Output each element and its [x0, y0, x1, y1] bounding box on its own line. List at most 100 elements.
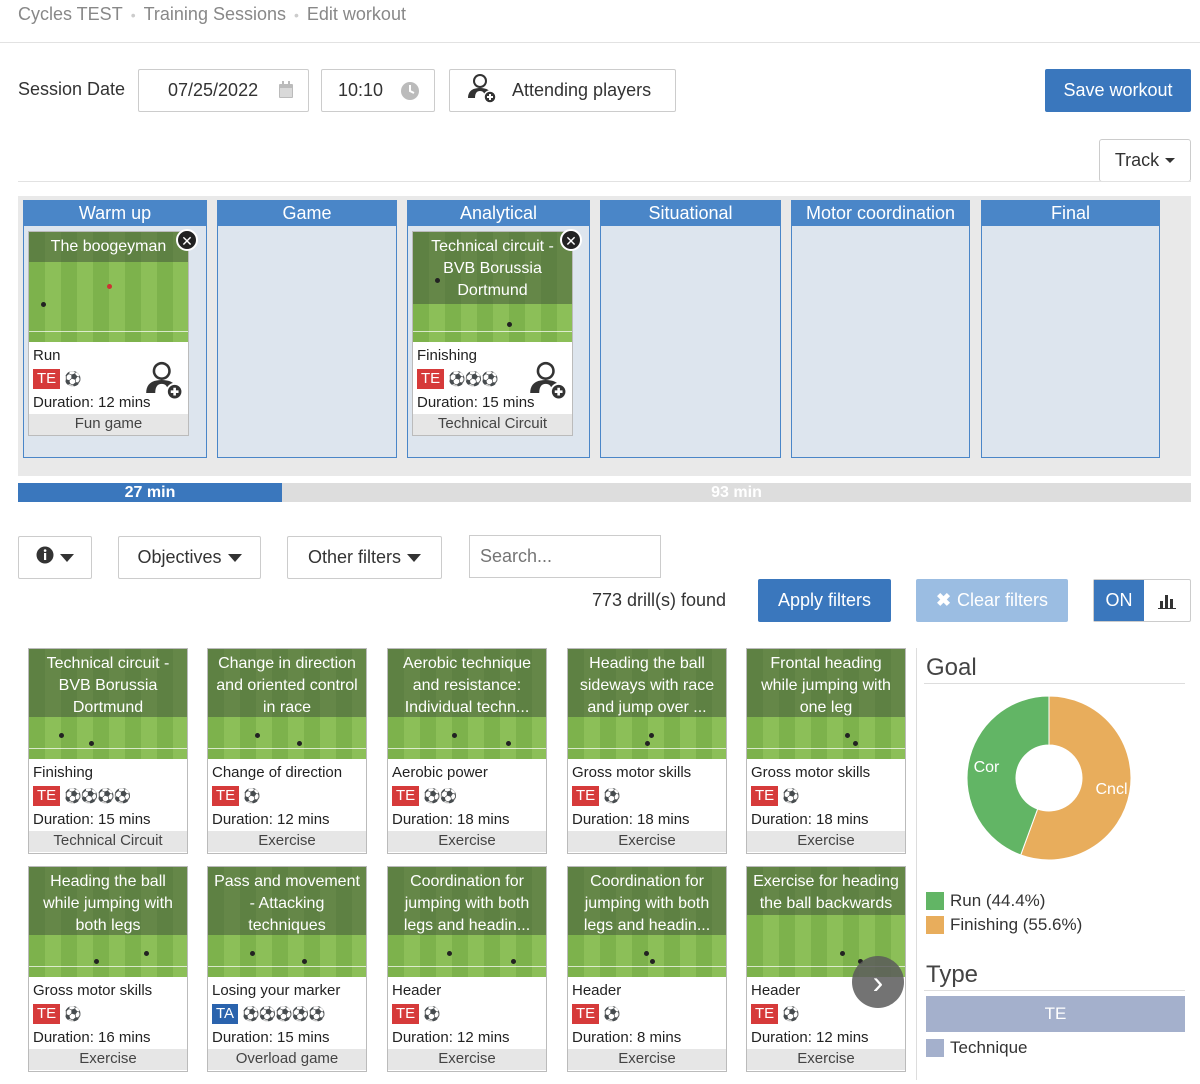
drill-duration: Duration: 12 mins	[212, 810, 330, 828]
drill-title: Change in direction and oriented control…	[208, 649, 366, 717]
ball-rating: ⚽	[64, 1005, 81, 1022]
duration-used: 27 min	[18, 483, 282, 502]
legend-item-run: Run (44.4%)	[926, 891, 1045, 911]
phase-final[interactable]: Final	[981, 200, 1160, 458]
drill-category: Aerobic power	[392, 764, 488, 781]
assign-player-icon[interactable]	[525, 358, 569, 406]
calendar-icon	[278, 81, 294, 104]
drill-title: Aerobic technique and resistance: Indivi…	[388, 649, 546, 717]
drill-tag: TE	[751, 786, 779, 807]
panel-divider	[916, 648, 917, 1080]
drill-title: Technical circuit - BVB Borussia Dortmun…	[29, 649, 187, 717]
breadcrumb-cycles[interactable]: Cycles TEST	[18, 4, 123, 25]
track-dropdown[interactable]: Track	[1099, 139, 1191, 182]
drill-card[interactable]: Coordination for jumping with both legs …	[387, 866, 547, 1072]
attending-players-button[interactable]: Attending players	[449, 69, 676, 112]
drill-tag: TE	[572, 1004, 600, 1025]
save-workout-button[interactable]: Save workout	[1045, 69, 1191, 112]
objectives-dropdown[interactable]: Objectives	[118, 536, 261, 579]
chevron-right-icon: ›	[872, 963, 884, 1000]
drill-thumbnail: The boogeyman	[29, 232, 188, 342]
drill-tag: TE	[417, 369, 445, 390]
legend-label: Technique	[950, 1038, 1028, 1057]
chevron-down-icon	[407, 553, 422, 562]
clear-filters-button[interactable]: ✖ Clear filters	[916, 579, 1068, 622]
drill-type: Exercise	[29, 1048, 187, 1070]
phase-game[interactable]: Game	[217, 200, 397, 458]
drill-category: Header	[572, 982, 622, 999]
search-input[interactable]	[469, 535, 661, 578]
toggle-on[interactable]: ON	[1094, 580, 1144, 621]
drill-tag: TE	[212, 786, 240, 807]
drill-type: Technical Circuit	[29, 830, 187, 852]
ball-rating: ⚽⚽⚽	[448, 370, 498, 387]
chevron-down-icon	[227, 553, 242, 562]
drill-card[interactable]: Coordination for jumping with both legs …	[567, 866, 727, 1072]
breadcrumb-separator: •	[130, 6, 136, 23]
close-icon[interactable]: ✕	[176, 229, 198, 251]
drill-thumbnail: Technical circuit - BVB Borussia Dortmun…	[29, 649, 187, 759]
drill-category: Losing your marker	[212, 982, 341, 999]
assign-player-icon[interactable]	[141, 358, 185, 406]
drill-card[interactable]: Aerobic technique and resistance: Indivi…	[387, 648, 547, 854]
phase-title: Analytical	[408, 201, 589, 226]
drill-category: Gross motor skills	[572, 764, 692, 781]
drill-card[interactable]: Technical circuit - BVB Borussia Dortmun…	[28, 648, 188, 854]
clear-filters-label: Clear filters	[957, 590, 1049, 610]
drill-type: Overload game	[208, 1048, 366, 1070]
drill-card[interactable]: Heading the ball sideways with race and …	[567, 648, 727, 854]
phase-situational[interactable]: Situational	[600, 200, 781, 458]
drill-type: Exercise	[208, 830, 366, 852]
drill-info: Finishing TE ⚽⚽⚽⚽ Duration: 15 mins	[29, 759, 187, 831]
drill-card[interactable]: Heading the ball while jumping with both…	[28, 866, 188, 1072]
phase-drill-card[interactable]: Technical circuit - BVB Borussia Dortmun…	[412, 231, 573, 436]
drill-tag: TE	[392, 1004, 420, 1025]
drill-duration: Duration: 18 mins	[751, 810, 869, 828]
next-page-button[interactable]: ›	[852, 956, 904, 1008]
drill-card[interactable]: Frontal heading while jumping with one l…	[746, 648, 906, 854]
header-divider	[0, 42, 1200, 43]
ball-rating: ⚽	[243, 787, 260, 804]
duration-remaining: 93 min	[711, 484, 762, 501]
drill-title: Coordination for jumping with both legs …	[568, 867, 726, 935]
drill-card[interactable]: Pass and movement - Attacking techniques…	[207, 866, 367, 1072]
drill-title: Heading the ball while jumping with both…	[29, 867, 187, 935]
drill-category: Gross motor skills	[33, 982, 153, 999]
phase-motor-coordination[interactable]: Motor coordination	[791, 200, 970, 458]
other-filters-label: Other filters	[307, 547, 402, 567]
other-filters-dropdown[interactable]: Other filters	[287, 536, 442, 579]
legend-swatch	[926, 916, 944, 934]
attending-players-label: Attending players	[512, 80, 652, 100]
drill-type: Exercise	[568, 830, 726, 852]
ball-rating: ⚽	[423, 1005, 440, 1022]
breadcrumb-training-sessions[interactable]: Training Sessions	[144, 4, 286, 25]
drill-tag: TE	[33, 1004, 61, 1025]
chevron-down-icon	[1165, 158, 1176, 163]
bar-chart-icon[interactable]	[1144, 580, 1190, 621]
close-icon[interactable]: ✕	[560, 229, 582, 251]
chevron-down-icon	[60, 553, 74, 562]
ball-rating: ⚽	[782, 1005, 799, 1022]
drill-tag: TE	[33, 369, 61, 390]
drill-title: Frontal heading while jumping with one l…	[747, 649, 905, 717]
clock-icon	[400, 81, 420, 106]
info-dropdown[interactable]	[18, 536, 92, 579]
ball-rating: ⚽	[64, 370, 81, 387]
session-time-input[interactable]: 10:10	[321, 69, 435, 112]
legend-swatch	[926, 1039, 944, 1057]
stats-toggle[interactable]: ON	[1093, 579, 1191, 622]
drill-title: Technical circuit - BVB Borussia Dortmun…	[413, 232, 572, 304]
drill-info: Aerobic power TE ⚽⚽ Duration: 18 mins	[388, 759, 546, 831]
apply-filters-button[interactable]: Apply filters	[758, 579, 891, 622]
drill-info: Losing your marker TA ⚽⚽⚽⚽⚽ Duration: 15…	[208, 977, 366, 1049]
phase-drill-card[interactable]: The boogeyman Run TE ⚽ Duration: 12 mins…	[28, 231, 189, 436]
drill-type: Exercise	[747, 830, 905, 852]
goal-divider	[924, 683, 1185, 684]
ball-rating: ⚽	[603, 1005, 620, 1022]
drill-card[interactable]: Change in direction and oriented control…	[207, 648, 367, 854]
drill-tag: TE	[392, 786, 420, 807]
session-date-input[interactable]: 07/25/2022	[138, 69, 309, 112]
phase-title: Warm up	[24, 201, 206, 226]
drill-thumbnail: Technical circuit - BVB Borussia Dortmun…	[413, 232, 572, 342]
phase-title: Situational	[601, 201, 780, 226]
